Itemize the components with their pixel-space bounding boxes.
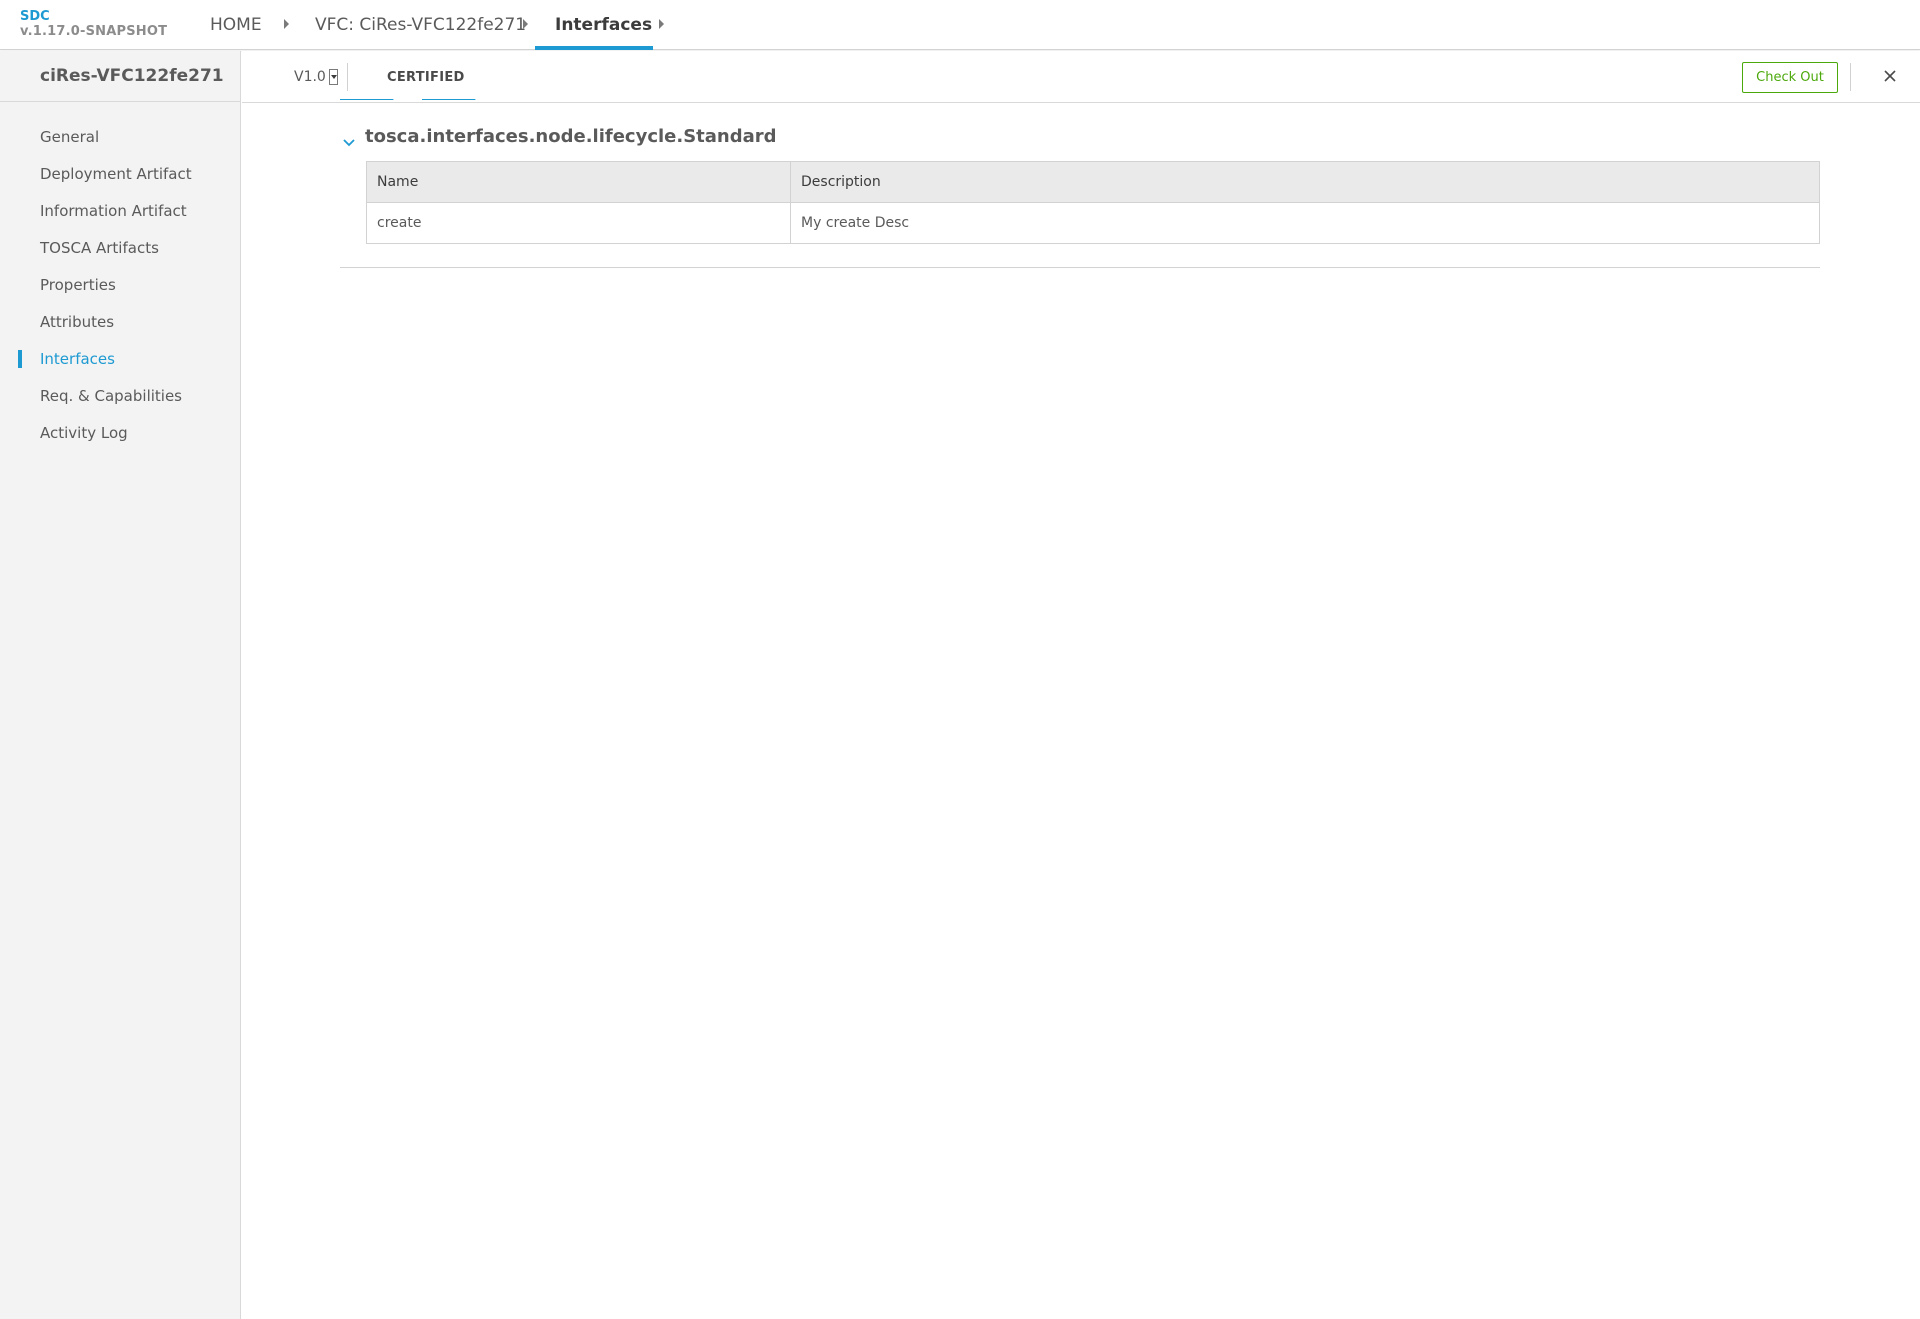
left-sidebar: ciRes-VFC122fe271 General Deployment Art… (0, 51, 241, 1319)
lifecycle-status: CERTIFIED (387, 70, 465, 85)
check-out-button[interactable]: Check Out (1742, 62, 1838, 93)
sidebar-item-general[interactable]: General (40, 127, 99, 147)
interface-title[interactable]: tosca.interfaces.node.lifecycle.Standard (365, 126, 777, 147)
breadcrumb-vfc[interactable]: VFC: CiRes-VFC122fe271 (315, 0, 526, 50)
sidebar-item-interfaces[interactable]: Interfaces (40, 349, 115, 369)
sidebar-item-req-capabilities[interactable]: Req. & Capabilities (40, 386, 182, 406)
divider (347, 63, 348, 91)
sidebar-item-tosca-artifacts[interactable]: TOSCA Artifacts (40, 238, 159, 258)
section-divider (340, 267, 1820, 268)
app-version: v.1.17.0-SNAPSHOT (20, 24, 168, 39)
scrolled-links-remnant (340, 96, 500, 104)
table-row: create My create Desc (366, 202, 1820, 244)
scrolled-link[interactable] (340, 96, 393, 102)
breadcrumb-arrow-icon[interactable] (523, 19, 528, 29)
sidebar-item-attributes[interactable]: Attributes (40, 312, 114, 332)
app-brand: SDC (20, 9, 50, 24)
breadcrumb-arrow-icon[interactable] (284, 19, 289, 29)
sidebar-item-deployment-artifact[interactable]: Deployment Artifact (40, 164, 192, 184)
chevron-down-icon[interactable] (342, 136, 356, 150)
breadcrumb-active-indicator (535, 46, 653, 50)
breadcrumb-interfaces[interactable]: Interfaces (555, 0, 652, 50)
sidebar-item-activity-log[interactable]: Activity Log (40, 423, 128, 443)
table-header-row: Name Description (366, 161, 1820, 203)
sidebar-item-information-artifact[interactable]: Information Artifact (40, 201, 187, 221)
sidebar-selected-marker (18, 350, 22, 368)
column-header-description: Description (790, 161, 1820, 203)
operations-table: Name Description create My create Desc (366, 161, 1820, 244)
operation-name: create (366, 202, 791, 244)
resource-title: ciRes-VFC122fe271 (0, 51, 240, 102)
breadcrumb-home[interactable]: HOME (210, 0, 262, 50)
chevron-down-icon[interactable] (328, 69, 338, 85)
top-nav-bar: SDC v.1.17.0-SNAPSHOT HOME VFC: CiRes-VF… (0, 0, 1920, 50)
operation-description: My create Desc (790, 202, 1820, 244)
close-icon[interactable] (1880, 66, 1900, 86)
version-value: V1.0 (294, 69, 326, 85)
scrolled-link[interactable] (422, 96, 475, 102)
breadcrumb-arrow-icon[interactable] (659, 19, 664, 29)
divider (1850, 63, 1851, 91)
column-header-name: Name (366, 161, 791, 203)
sidebar-item-properties[interactable]: Properties (40, 275, 116, 295)
version-select[interactable]: V1.0 (294, 69, 338, 85)
app-logo[interactable]: SDC v.1.17.0-SNAPSHOT (20, 9, 167, 39)
